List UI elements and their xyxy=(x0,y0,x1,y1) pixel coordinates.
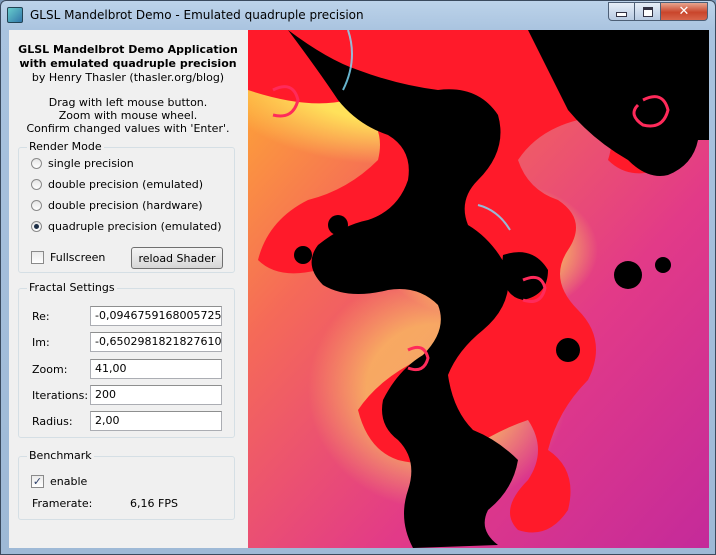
radius-input[interactable]: 2,00 xyxy=(90,411,222,431)
radio-single-precision[interactable]: single precision xyxy=(31,157,134,170)
checkbox-box[interactable] xyxy=(31,251,44,264)
benchmark-group xyxy=(18,456,235,520)
fullscreen-checkbox[interactable]: Fullscreen xyxy=(31,251,105,264)
maximize-button[interactable] xyxy=(634,2,661,21)
radio-indicator[interactable] xyxy=(31,179,42,190)
help-drag: Drag with left mouse button. xyxy=(48,96,208,109)
re-label: Re: xyxy=(32,310,50,323)
zoom-label: Zoom: xyxy=(32,363,68,376)
window-title: GLSL Mandelbrot Demo - Emulated quadrupl… xyxy=(30,8,364,22)
control-panel: GLSL Mandelbrot Demo Application with em… xyxy=(9,30,247,548)
close-icon: ✕ xyxy=(678,4,690,19)
radio-label: quadruple precision (emulated) xyxy=(48,220,222,233)
maximize-icon xyxy=(642,6,653,17)
fullscreen-label: Fullscreen xyxy=(50,251,106,264)
framerate-value: 6,16 FPS xyxy=(130,497,178,510)
radio-label: double precision (emulated) xyxy=(48,178,204,191)
app-icon xyxy=(7,7,23,23)
heading-line1: GLSL Mandelbrot Demo Application xyxy=(18,43,238,56)
zoom-input[interactable]: 41,00 xyxy=(90,359,222,379)
help-confirm: Confirm changed values with 'Enter'. xyxy=(26,122,230,135)
enable-label: enable xyxy=(50,475,88,488)
title-bar[interactable]: GLSL Mandelbrot Demo - Emulated quadrupl… xyxy=(1,1,715,30)
radius-label: Radius: xyxy=(32,415,73,428)
radio-quadruple-emulated[interactable]: quadruple precision (emulated) xyxy=(31,220,222,233)
fractal-settings-title: Fractal Settings xyxy=(27,281,117,294)
benchmark-title: Benchmark xyxy=(27,449,94,462)
client-area: GLSL Mandelbrot Demo Application with em… xyxy=(9,30,709,548)
iterations-input[interactable]: 200 xyxy=(90,385,222,405)
radio-label: double precision (hardware) xyxy=(48,199,203,212)
im-input[interactable]: -0,6502981821827610 xyxy=(90,332,222,352)
app-heading: GLSL Mandelbrot Demo Application xyxy=(9,43,247,56)
benchmark-enable-checkbox[interactable]: ✓ enable xyxy=(31,475,87,488)
framerate-label: Framerate: xyxy=(32,497,93,510)
minimize-button[interactable] xyxy=(608,2,635,21)
iterations-label: Iterations: xyxy=(32,389,89,402)
radio-indicator-selected[interactable] xyxy=(31,221,42,232)
minimize-icon xyxy=(616,12,627,17)
re-input[interactable]: -0,0946759168005725 xyxy=(90,306,222,326)
radio-indicator[interactable] xyxy=(31,158,42,169)
radio-indicator[interactable] xyxy=(31,200,42,211)
heading-line2: with emulated quadruple precision xyxy=(19,57,237,70)
fractal-view[interactable] xyxy=(248,30,709,548)
radio-label: single precision xyxy=(48,157,134,170)
checkmark-icon[interactable]: ✓ xyxy=(31,475,44,488)
reload-shader-button[interactable]: reload Shader xyxy=(131,247,223,269)
app-subheading: with emulated quadruple precision xyxy=(9,57,247,70)
close-button[interactable]: ✕ xyxy=(660,2,708,21)
fractal-image[interactable] xyxy=(248,30,709,548)
radio-double-emulated[interactable]: double precision (emulated) xyxy=(31,178,203,191)
app-window: GLSL Mandelbrot Demo - Emulated quadrupl… xyxy=(0,0,716,555)
help-zoom: Zoom with mouse wheel. xyxy=(58,109,198,122)
render-mode-title: Render Mode xyxy=(27,140,104,153)
author-line: by Henry Thasler (thasler.org/blog) xyxy=(31,71,225,84)
radio-double-hardware[interactable]: double precision (hardware) xyxy=(31,199,203,212)
im-label: Im: xyxy=(32,336,50,349)
